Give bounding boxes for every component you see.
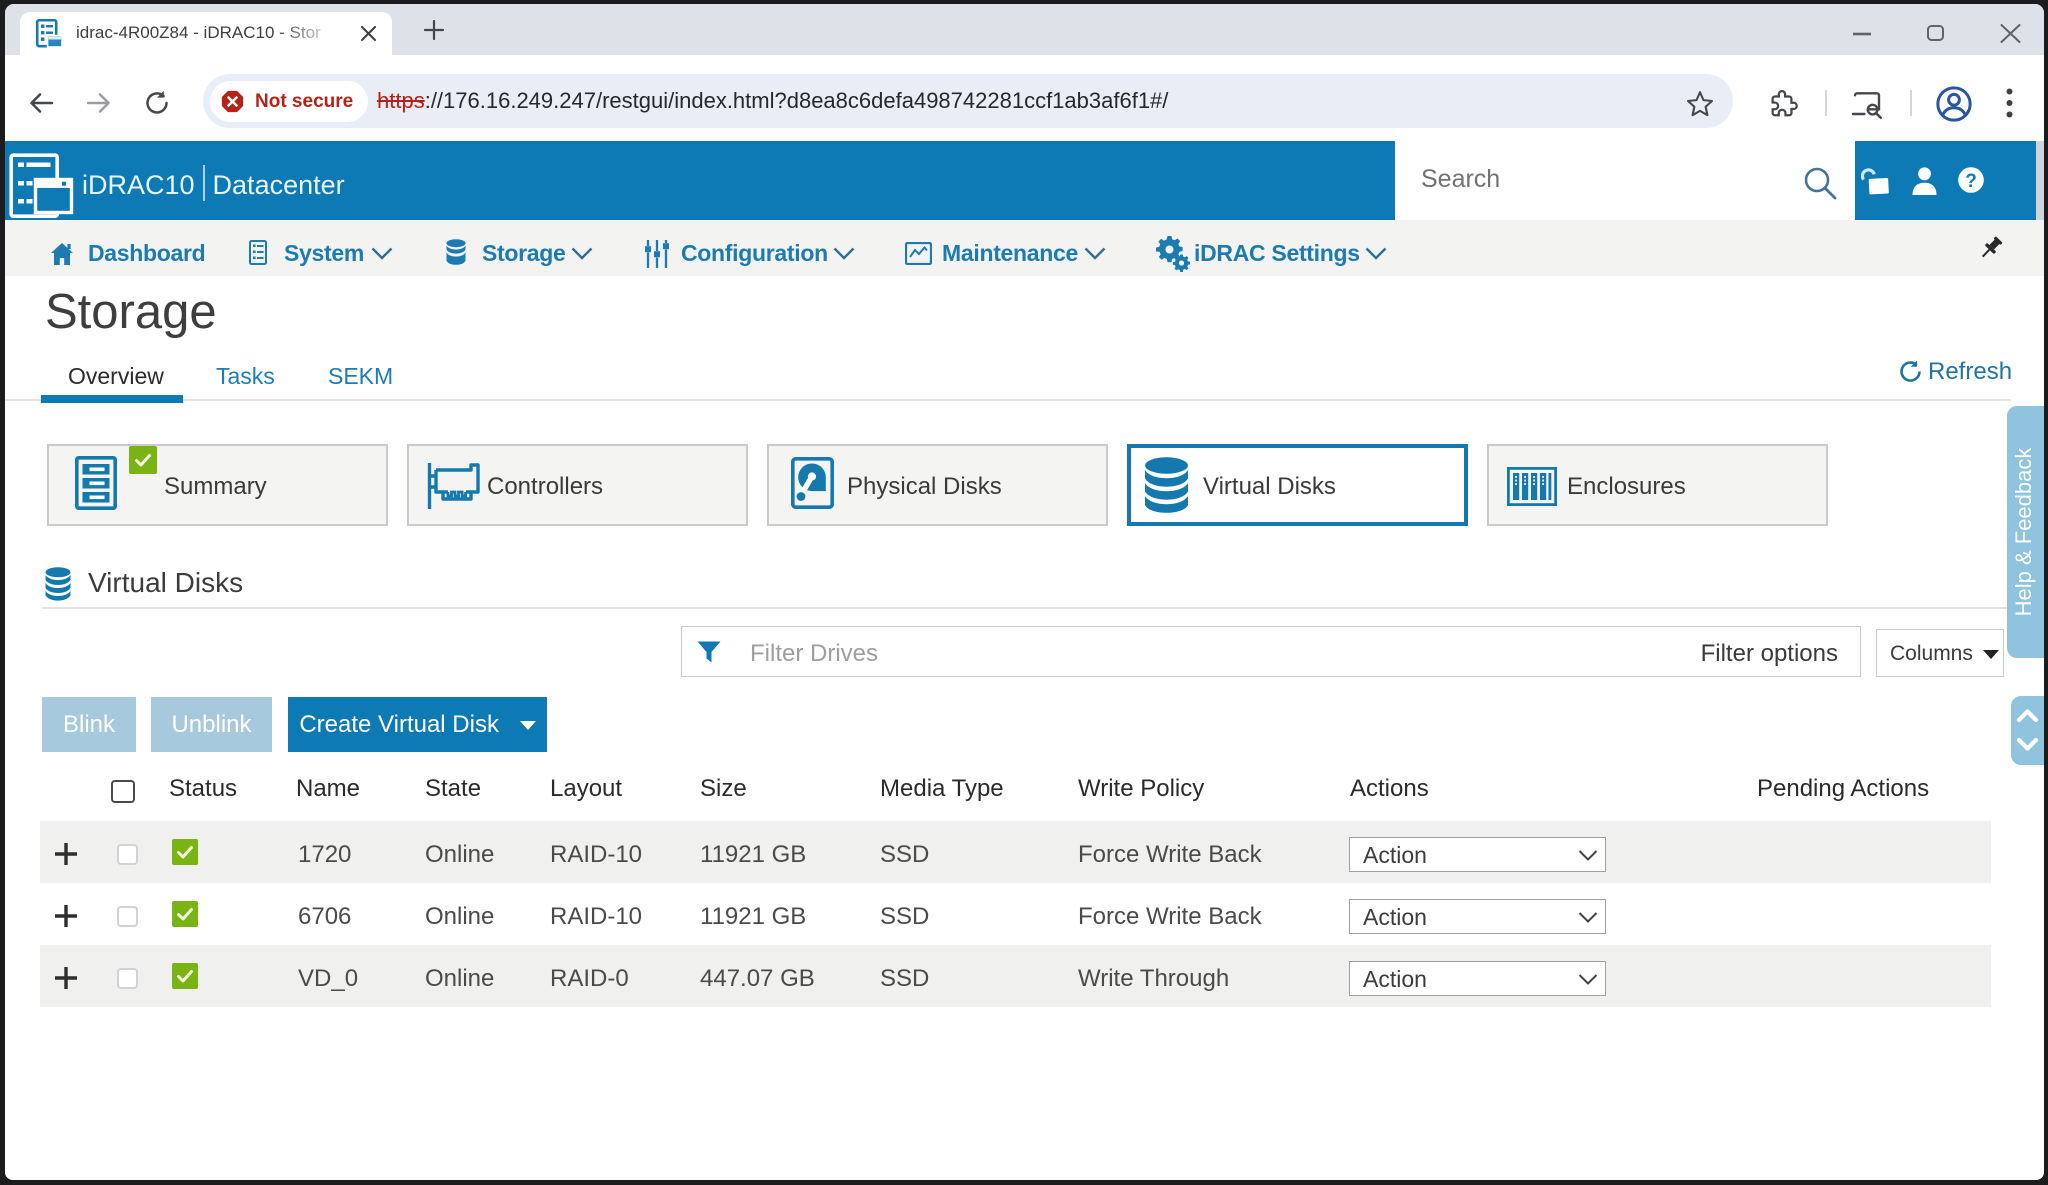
svg-text:?: ?: [1965, 171, 1977, 192]
